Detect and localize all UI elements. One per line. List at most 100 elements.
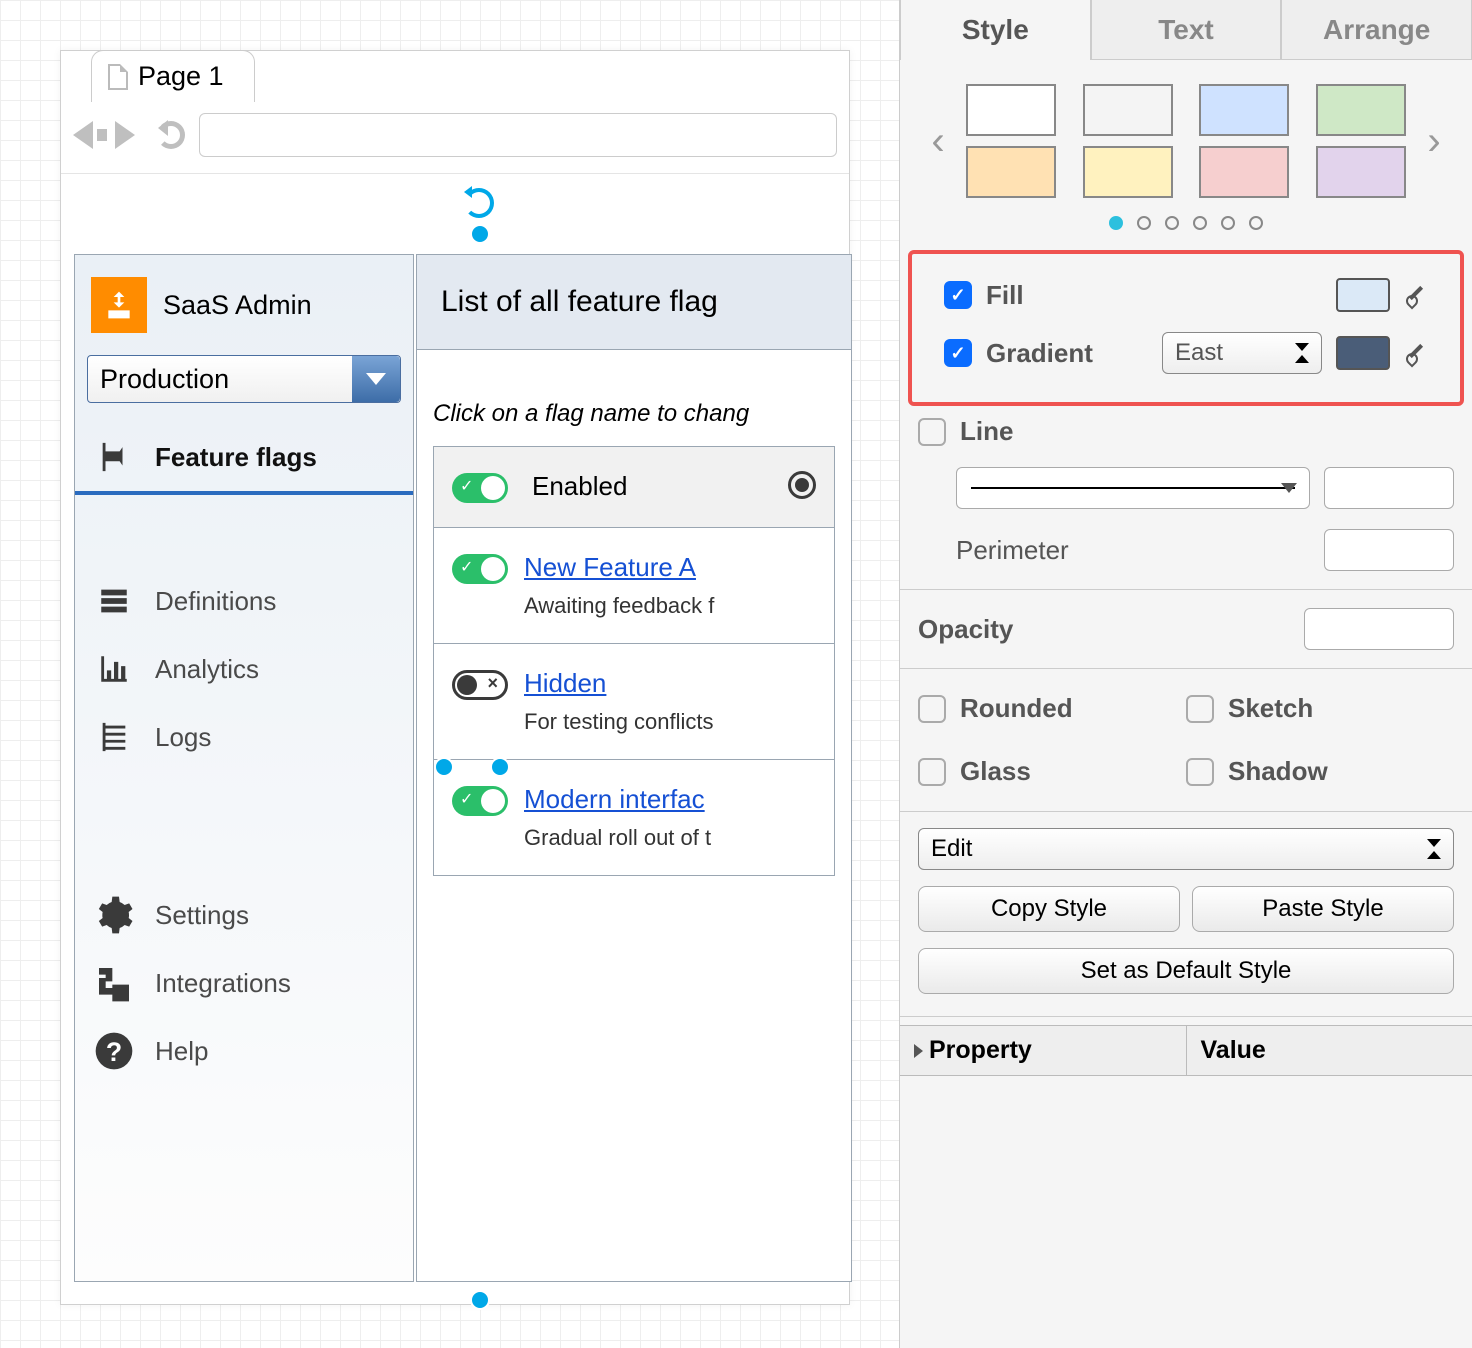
fill-label: Fill bbox=[986, 280, 1322, 311]
flag-subtitle: Awaiting feedback f bbox=[524, 593, 714, 619]
sidebar-item-integrations[interactable]: Integrations bbox=[75, 949, 413, 1017]
palette-next-icon[interactable]: › bbox=[1414, 119, 1454, 164]
line-label: Line bbox=[960, 416, 1454, 447]
paste-style-button[interactable]: Paste Style bbox=[1192, 886, 1454, 932]
sketch-checkbox[interactable] bbox=[1186, 695, 1214, 723]
shadow-checkbox[interactable] bbox=[1186, 758, 1214, 786]
app-logo-icon bbox=[91, 277, 147, 333]
flag-toggle[interactable] bbox=[452, 554, 508, 584]
expand-icon[interactable] bbox=[914, 1044, 923, 1058]
tab-arrange[interactable]: Arrange bbox=[1281, 0, 1472, 60]
swatch[interactable] bbox=[1316, 146, 1406, 198]
rounded-checkbox[interactable] bbox=[918, 695, 946, 723]
pager-dot[interactable] bbox=[1109, 216, 1123, 230]
flag-filter-row: Enabled bbox=[434, 447, 834, 528]
page-tab-label: Page 1 bbox=[138, 61, 224, 92]
gradient-direction-select[interactable]: East bbox=[1162, 332, 1322, 374]
flag-link[interactable]: Hidden bbox=[524, 668, 606, 698]
copy-style-button[interactable]: Copy Style bbox=[918, 886, 1180, 932]
chevron-down-icon bbox=[352, 356, 400, 402]
fill-checkbox[interactable] bbox=[944, 281, 972, 309]
sidebar-item-feature-flags[interactable]: Feature flags bbox=[75, 423, 413, 495]
tab-style[interactable]: Style bbox=[900, 0, 1091, 60]
selected-sidebar-shape[interactable]: SaaS Admin Production Feature flags Defi… bbox=[74, 254, 414, 1282]
opacity-field[interactable]: ▲▼ bbox=[1304, 608, 1454, 650]
pager-dot[interactable] bbox=[1193, 216, 1207, 230]
sidebar-item-logs[interactable]: Logs bbox=[75, 703, 413, 771]
set-default-style-button[interactable]: Set as Default Style bbox=[918, 948, 1454, 994]
gradient-label: Gradient bbox=[986, 338, 1148, 369]
flag-link[interactable]: Modern interfac bbox=[524, 784, 705, 814]
flag-icon bbox=[91, 437, 137, 477]
gradient-direction-value: East bbox=[1175, 339, 1223, 367]
mock-browser-toolbar bbox=[61, 103, 849, 174]
sidebar-item-help[interactable]: ? Help bbox=[75, 1017, 413, 1085]
reload-icon[interactable] bbox=[157, 121, 185, 149]
svg-text:?: ? bbox=[106, 1037, 122, 1067]
forward-icon[interactable] bbox=[115, 121, 149, 149]
line-style-select[interactable] bbox=[956, 467, 1310, 509]
line-checkbox[interactable] bbox=[918, 418, 946, 446]
page-tab[interactable]: Page 1 bbox=[91, 50, 255, 102]
url-bar[interactable] bbox=[199, 113, 837, 157]
swatch[interactable] bbox=[966, 84, 1056, 136]
sidebar-item-label: Definitions bbox=[155, 586, 276, 617]
shadow-label: Shadow bbox=[1228, 756, 1454, 787]
integrations-icon bbox=[91, 963, 137, 1003]
swatch[interactable] bbox=[1083, 146, 1173, 198]
perimeter-field[interactable]: ▲▼ bbox=[1324, 529, 1454, 571]
radio-icon[interactable] bbox=[788, 471, 816, 499]
gradient-color-swatch[interactable] bbox=[1336, 336, 1390, 370]
line-width-input[interactable] bbox=[1325, 474, 1472, 502]
environment-select[interactable]: Production bbox=[87, 355, 401, 403]
swatch[interactable] bbox=[1316, 84, 1406, 136]
enabled-label: Enabled bbox=[532, 471, 627, 502]
opacity-input[interactable] bbox=[1305, 615, 1472, 643]
pager-dot[interactable] bbox=[1249, 216, 1263, 230]
app-title: SaaS Admin bbox=[163, 290, 312, 321]
flag-toggle[interactable] bbox=[452, 670, 508, 700]
resize-handle-right[interactable] bbox=[490, 757, 510, 777]
tab-text[interactable]: Text bbox=[1091, 0, 1282, 60]
swatch[interactable] bbox=[1083, 84, 1173, 136]
swatch[interactable] bbox=[966, 146, 1056, 198]
sidebar-item-analytics[interactable]: Analytics bbox=[75, 635, 413, 703]
resize-handle-bottom[interactable] bbox=[470, 1290, 490, 1310]
content-shape[interactable]: List of all feature flag Click on a flag… bbox=[416, 254, 852, 1282]
flag-row: Modern interfac Gradual roll out of t bbox=[434, 760, 834, 875]
pager-dot[interactable] bbox=[1165, 216, 1179, 230]
palette-prev-icon[interactable]: ‹ bbox=[918, 119, 958, 164]
help-icon: ? bbox=[91, 1031, 137, 1071]
flag-link[interactable]: New Feature A bbox=[524, 552, 696, 582]
swatch[interactable] bbox=[1199, 84, 1289, 136]
fill-gradient-highlight: Fill Gradient East bbox=[908, 250, 1464, 406]
gradient-checkbox[interactable] bbox=[944, 339, 972, 367]
fill-color-swatch[interactable] bbox=[1336, 278, 1390, 312]
content-hint: Click on a flag name to chang bbox=[417, 350, 851, 446]
resize-handle-top[interactable] bbox=[470, 224, 490, 244]
enabled-toggle[interactable] bbox=[452, 473, 508, 503]
swatch-grid bbox=[958, 84, 1414, 198]
resize-handle-left[interactable] bbox=[434, 757, 454, 777]
rotate-handle-icon[interactable] bbox=[464, 188, 494, 218]
sidebar-item-definitions[interactable]: Definitions bbox=[75, 567, 413, 635]
perimeter-input[interactable] bbox=[1325, 536, 1472, 564]
pager-dot[interactable] bbox=[1137, 216, 1151, 230]
format-panel: Style Text Arrange ‹ › bbox=[899, 0, 1472, 1348]
eyedropper-icon[interactable] bbox=[1404, 341, 1428, 365]
canvas[interactable]: Page 1 bbox=[0, 0, 899, 1348]
line-width-field[interactable]: ▲▼ bbox=[1324, 467, 1454, 509]
pager-dot[interactable] bbox=[1221, 216, 1235, 230]
gear-icon bbox=[91, 895, 137, 935]
page-icon bbox=[108, 64, 128, 90]
flag-toggle[interactable] bbox=[452, 786, 508, 816]
glass-checkbox[interactable] bbox=[918, 758, 946, 786]
opacity-label: Opacity bbox=[918, 614, 1290, 645]
swatch[interactable] bbox=[1199, 146, 1289, 198]
edit-style-select[interactable]: Edit bbox=[918, 828, 1454, 870]
logs-icon bbox=[91, 717, 137, 757]
flag-row: Hidden For testing conflicts bbox=[434, 644, 834, 760]
sidebar-item-settings[interactable]: Settings bbox=[75, 881, 413, 949]
back-icon[interactable] bbox=[73, 121, 107, 149]
eyedropper-icon[interactable] bbox=[1404, 283, 1428, 307]
